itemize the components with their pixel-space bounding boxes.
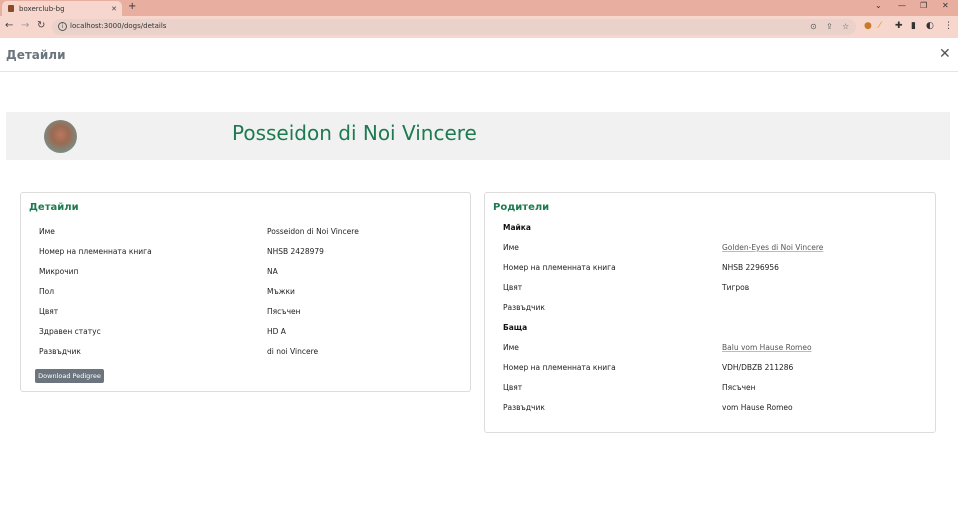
modal-header: Детайли ✕ (0, 38, 958, 72)
browser-toolbar: ← → ↻ i localhost:3000/dogs/details ⊙ ⇪ … (0, 16, 958, 38)
minimize-window-button[interactable]: — (898, 1, 906, 10)
detail-label-color: Цвят (39, 307, 59, 316)
download-pedigree-button[interactable]: Download Pedigree (35, 369, 104, 383)
side-panel-icon[interactable]: ▮ (911, 21, 916, 31)
detail-value-health: HD A (267, 327, 286, 336)
dog-name-heading: Posseidon di Noi Vincere (232, 121, 477, 145)
mother-label-registry: Номер на племенната книга (503, 263, 616, 272)
modal-close-icon[interactable]: ✕ (939, 46, 951, 62)
bookmark-star-icon[interactable]: ☆ (842, 22, 849, 31)
browser-tab[interactable]: boxerclub-bg ✕ (2, 1, 122, 16)
detail-label-name: Име (39, 227, 55, 236)
father-label-name: Име (503, 343, 519, 352)
parents-card-title: Родители (493, 202, 550, 213)
mother-heading: Майка (503, 223, 531, 232)
detail-value-microchip: NA (267, 267, 278, 276)
details-card-title: Детайли (29, 202, 79, 213)
mother-value-registry: NHSB 2296956 (722, 263, 779, 272)
father-label-breeder: Развъдчик (503, 403, 545, 412)
url-text[interactable]: localhost:3000/dogs/details (70, 22, 166, 30)
father-value-registry: VDH/DBZB 211286 (722, 363, 794, 372)
detail-value-color: Пясъчен (267, 307, 301, 316)
detail-value-name: Posseidon di Noi Vincere (267, 227, 359, 236)
extension-cookie-icon[interactable]: ● (864, 21, 872, 31)
mother-label-breeder: Развъдчик (503, 303, 545, 312)
address-bar[interactable]: i localhost:3000/dogs/details ⊙ ⇪ ☆ (52, 19, 856, 35)
favicon-icon (8, 5, 14, 12)
google-lens-icon[interactable]: ⊙ (810, 22, 817, 31)
browser-tab-bar: boxerclub-bg ✕ + ⌄ — ❐ ✕ (0, 0, 958, 16)
share-icon[interactable]: ⇪ (826, 22, 833, 31)
detail-value-breeder: di noi Vincere (267, 347, 319, 356)
extension-wand-icon[interactable]: ⁄ (879, 21, 881, 31)
mother-label-color: Цвят (503, 283, 523, 292)
mother-label-name: Име (503, 243, 519, 252)
mother-value-color: Тигров (722, 283, 750, 292)
detail-label-microchip: Микрочип (39, 267, 79, 276)
detail-label-sex: Пол (39, 287, 55, 296)
father-heading: Баща (503, 323, 528, 332)
new-tab-button[interactable]: + (128, 1, 136, 12)
tab-title: boxerclub-bg (19, 4, 65, 13)
tab-close-icon[interactable]: ✕ (111, 5, 117, 13)
father-name-link[interactable]: Balu vom Hause Romeo (722, 343, 812, 352)
detail-label-health: Здравен статус (39, 327, 101, 336)
extensions-puzzle-icon[interactable]: ✚ (895, 21, 903, 31)
site-info-icon[interactable]: i (58, 22, 67, 31)
restore-window-button[interactable]: ❐ (920, 1, 927, 10)
detail-value-sex: Мъжки (267, 287, 295, 296)
detail-label-registry: Номер на племенната книга (39, 247, 152, 256)
father-value-color: Пясъчен (722, 383, 756, 392)
modal-title: Детайли (6, 48, 66, 62)
detail-label-breeder: Развъдчик (39, 347, 81, 356)
back-arrow-icon[interactable]: ← (5, 20, 13, 31)
close-window-button[interactable]: ✕ (942, 1, 949, 10)
details-card: Детайли Име Posseidon di Noi Vincere Ном… (20, 192, 471, 392)
browser-menu-icon[interactable]: ⋮ (944, 21, 953, 31)
parents-card: Родители Майка Име Golden-Eyes di Noi Vi… (484, 192, 936, 433)
dog-hero-banner: Posseidon di Noi Vincere (6, 112, 950, 160)
detail-value-registry: NHSB 2428979 (267, 247, 324, 256)
tab-search-icon[interactable]: ⌄ (875, 1, 882, 10)
father-label-registry: Номер на племенната книга (503, 363, 616, 372)
reload-icon[interactable]: ↻ (37, 20, 45, 31)
father-value-breeder: vom Hause Romeo (722, 403, 793, 412)
mother-name-link[interactable]: Golden-Eyes di Noi Vincere (722, 243, 823, 252)
father-label-color: Цвят (503, 383, 523, 392)
forward-arrow-icon[interactable]: → (21, 20, 29, 31)
dog-avatar (44, 120, 77, 153)
profile-avatar-icon[interactable]: ◐ (926, 21, 934, 31)
